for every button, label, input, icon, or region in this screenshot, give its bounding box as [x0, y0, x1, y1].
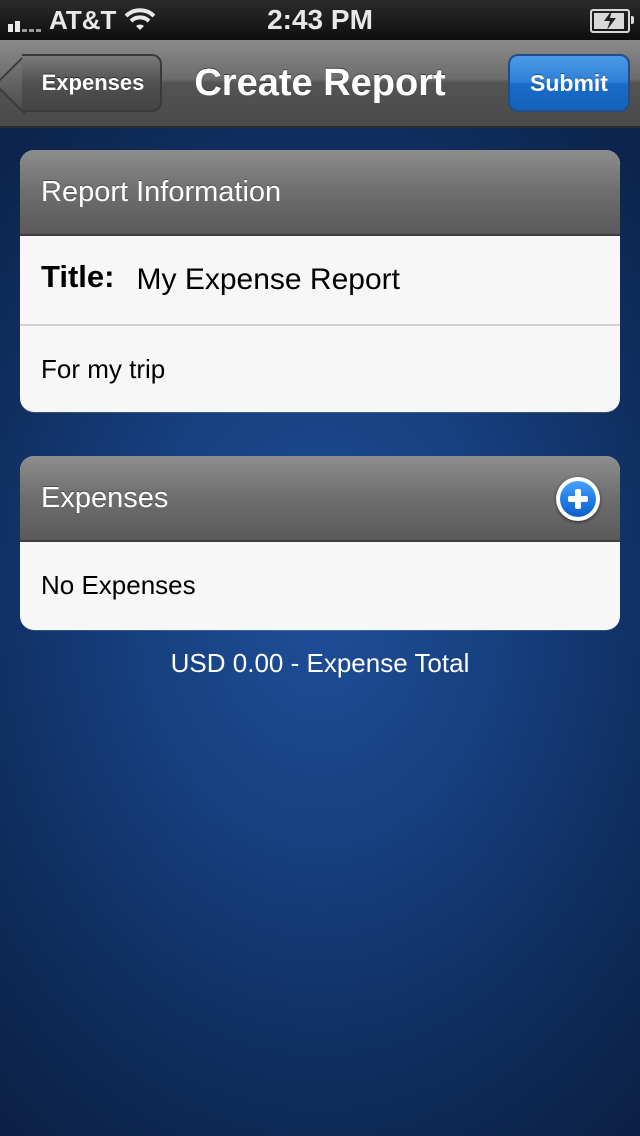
report-information-section: Report Information Title: My Expense Rep… [20, 150, 620, 412]
title-field[interactable]: My Expense Report [137, 263, 400, 297]
battery-charging-icon [590, 9, 634, 33]
status-bar: AT&T 2:43 PM [0, 0, 640, 40]
section-header-expenses: Expenses [20, 456, 620, 542]
navigation-bar: Expenses Create Report Submit [0, 40, 640, 128]
no-expenses-row: No Expenses [20, 542, 620, 628]
expense-total: USD 0.00 - Expense Total [170, 648, 470, 678]
title-row[interactable]: Title: My Expense Report [20, 236, 620, 324]
add-expense-button[interactable] [556, 477, 600, 521]
no-expenses-label: No Expenses [41, 569, 196, 600]
section-header-label: Report Information [41, 175, 282, 208]
section-header-report-information: Report Information [20, 150, 620, 236]
submit-button-label: Submit [530, 69, 608, 96]
status-time: 2:43 PM [267, 4, 373, 35]
section-header-label: Expenses [41, 481, 169, 514]
description-field[interactable]: For my trip [41, 354, 165, 385]
back-button-label: Expenses [41, 70, 145, 95]
title-label: Title: [41, 259, 115, 294]
submit-button[interactable]: Submit [508, 54, 630, 112]
expenses-section: Expenses No Expenses [20, 456, 620, 630]
description-row[interactable]: For my trip [20, 324, 620, 412]
page-title: Create Report [194, 61, 446, 104]
back-button[interactable]: Expenses [22, 54, 162, 112]
plus-circle-icon [560, 481, 596, 517]
